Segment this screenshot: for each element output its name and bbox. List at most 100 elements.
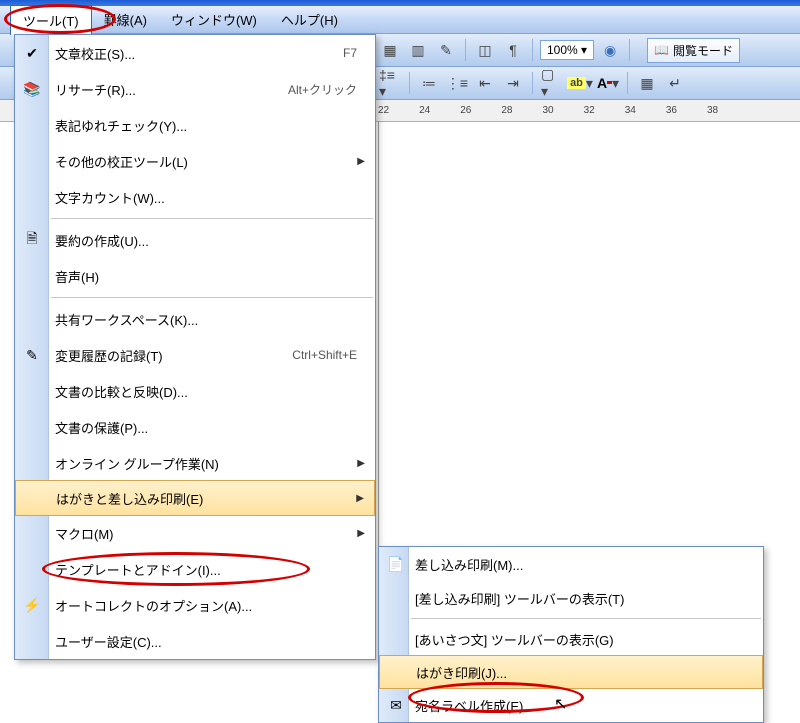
menu-separator xyxy=(51,297,373,298)
tools-menu-label: 文書の保護(P)... xyxy=(55,418,365,437)
tools-menu-label: 文書の比較と反映(D)... xyxy=(55,382,365,401)
tools-menu-label: 文章校正(S)... xyxy=(55,44,343,63)
tools-menu-item[interactable]: オンライン グループ作業(N)▶ xyxy=(15,445,375,481)
tools-menu-label: その他の校正ツール(L) xyxy=(55,152,357,171)
label-icon: ✉ xyxy=(385,694,407,716)
ruler-mark: 36 xyxy=(666,105,677,116)
tools-menu-item[interactable]: ✎変更履歴の記録(T)Ctrl+Shift+E xyxy=(15,337,375,373)
ruler-mark: 30 xyxy=(543,105,554,116)
font-color-icon[interactable]: A ▾ xyxy=(596,71,620,95)
reading-mode-icon: 📖 xyxy=(654,43,669,57)
mailmerge-submenu-item[interactable]: [差し込み印刷] ツールバーの表示(T) xyxy=(379,581,763,615)
mailmerge-submenu-label: 差し込み印刷(M)... xyxy=(415,555,753,574)
tools-menu-item[interactable]: 表記ゆれチェック(Y)... xyxy=(15,107,375,143)
columns-icon[interactable]: ▥ xyxy=(406,38,430,62)
mailmerge-submenu: 📄 差し込み印刷(M)... [差し込み印刷] ツールバーの表示(T) [あいさつ文]… xyxy=(378,546,764,723)
menubar-window-label: ウィンドウ(W) xyxy=(171,13,257,28)
menubar-lines[interactable]: 罫線(A) xyxy=(92,5,159,34)
separator xyxy=(627,72,628,94)
separator xyxy=(629,39,630,61)
tools-menu-label: 変更履歴の記録(T) xyxy=(55,346,292,365)
tools-menu-item[interactable]: その他の校正ツール(L)▶ xyxy=(15,143,375,179)
ruler-mark: 22 xyxy=(378,105,389,116)
tools-menu-item[interactable]: 文字カウント(W)... xyxy=(15,179,375,215)
line-spacing-icon[interactable]: ‡≡ ▾ xyxy=(378,71,402,95)
separator xyxy=(465,39,466,61)
mailmerge-submenu-label: 宛名ラベル作成(E)... xyxy=(415,696,753,715)
tools-menu-item[interactable]: 文書の保護(P)... xyxy=(15,409,375,445)
separator xyxy=(532,72,533,94)
tools-menu-item[interactable]: ユーザー設定(C)... xyxy=(15,623,375,659)
shortcut-text: Ctrl+Shift+E xyxy=(292,348,357,362)
summary-icon: 🗎 xyxy=(21,229,43,251)
tools-menu-label: 共有ワークスペース(K)... xyxy=(55,310,365,329)
ruler-mark: 34 xyxy=(625,105,636,116)
menubar-help[interactable]: ヘルプ(H) xyxy=(269,5,350,34)
ruler-mark: 38 xyxy=(707,105,718,116)
numbering-icon[interactable]: ≔ xyxy=(417,71,441,95)
reading-mode-button[interactable]: 📖 閲覧モード xyxy=(647,38,740,63)
tools-menu-label: はがきと差し込み印刷(E) xyxy=(56,489,356,508)
help-icon[interactable]: ◉ xyxy=(598,38,622,62)
submenu-arrow-icon: ▶ xyxy=(357,156,365,167)
ruler-mark: 32 xyxy=(584,105,595,116)
book-icon: 📚 xyxy=(21,78,43,100)
grid-icon[interactable]: ▦ xyxy=(635,71,659,95)
mailmerge-submenu-item[interactable]: [あいさつ文] ツールバーの表示(G) xyxy=(379,622,763,656)
mailmerge-submenu-label: [差し込み印刷] ツールバーの表示(T) xyxy=(415,589,753,608)
submenu-arrow-icon: ▶ xyxy=(357,458,365,469)
tools-menu-label: テンプレートとアドイン(I)... xyxy=(55,560,365,579)
menubar-tools-label: ツール(T) xyxy=(23,14,79,29)
menubar-lines-label: 罫線(A) xyxy=(104,13,147,28)
auto-icon: ⚡ xyxy=(21,594,43,616)
separator xyxy=(532,39,533,61)
check-icon: ✔ xyxy=(21,42,43,64)
submenu-arrow-icon: ▶ xyxy=(356,493,364,504)
menubar-help-label: ヘルプ(H) xyxy=(281,13,338,28)
menubar-tools[interactable]: ツール(T) xyxy=(10,5,92,35)
merge-icon: 📄 xyxy=(385,553,407,575)
marks-icon[interactable]: ↵ xyxy=(663,71,687,95)
tools-menu-label: 音声(H) xyxy=(55,267,365,286)
tools-menu-label: 表記ゆれチェック(Y)... xyxy=(55,116,365,135)
tools-menu-item[interactable]: 共有ワークスペース(K)... xyxy=(15,301,375,337)
ruler-mark: 28 xyxy=(501,105,512,116)
bullets-icon[interactable]: ⋮≡ xyxy=(445,71,469,95)
zoom-value: 100% xyxy=(547,43,578,57)
tools-menu-item[interactable]: テンプレートとアドイン(I)... xyxy=(15,551,375,587)
show-marks-icon[interactable]: ¶ xyxy=(501,38,525,62)
tools-menu-item[interactable]: マクロ(M)▶ xyxy=(15,515,375,551)
menu-bar: ツール(T) 罫線(A) ウィンドウ(W) ヘルプ(H) xyxy=(0,6,800,34)
menu-separator xyxy=(51,218,373,219)
tools-menu-label: 文字カウント(W)... xyxy=(55,188,365,207)
indent-icon[interactable]: ⇥ xyxy=(501,71,525,95)
tools-menu-label: リサーチ(R)... xyxy=(55,80,288,99)
ruler-mark: 24 xyxy=(419,105,430,116)
tools-menu-label: マクロ(M) xyxy=(55,524,357,543)
shortcut-text: Alt+クリック xyxy=(288,81,357,98)
doc-map-icon[interactable]: ◫ xyxy=(473,38,497,62)
mailmerge-submenu-item[interactable]: 📄 差し込み印刷(M)... xyxy=(379,547,763,581)
tools-menu-item[interactable]: ✔ 文章校正(S)...F7 xyxy=(15,35,375,71)
tools-menu-item[interactable]: 📚 リサーチ(R)...Alt+クリック xyxy=(15,71,375,107)
reading-mode-label: 閲覧モード xyxy=(673,42,733,59)
menu-separator xyxy=(411,618,761,619)
shortcut-text: F7 xyxy=(343,46,357,60)
zoom-combo[interactable]: 100% ▾ xyxy=(540,40,594,60)
tools-menu-item[interactable]: 音声(H) xyxy=(15,258,375,294)
tools-menu-item[interactable]: 🗎要約の作成(U)... xyxy=(15,222,375,258)
tools-menu-item[interactable]: 文書の比較と反映(D)... xyxy=(15,373,375,409)
tables-icon[interactable]: ▦ xyxy=(378,38,402,62)
menubar-window[interactable]: ウィンドウ(W) xyxy=(159,5,269,34)
highlight-icon[interactable]: ab ▾ xyxy=(568,71,592,95)
drawing-icon[interactable]: ✎ xyxy=(434,38,458,62)
tools-menu-item[interactable]: はがきと差し込み印刷(E)▶ xyxy=(15,480,375,516)
outdent-icon[interactable]: ⇤ xyxy=(473,71,497,95)
mailmerge-submenu-item[interactable]: ✉ 宛名ラベル作成(E)... xyxy=(379,688,763,722)
tools-menu-label: オンライン グループ作業(N) xyxy=(55,454,357,473)
mailmerge-submenu-item[interactable]: はがき印刷(J)... xyxy=(379,655,763,689)
cursor-icon: ↖ xyxy=(554,694,567,714)
tools-menu: ✔ 文章校正(S)...F7 📚 リサーチ(R)...Alt+クリック表記ゆれチェック… xyxy=(14,34,376,660)
tools-menu-item[interactable]: ⚡オートコレクトのオプション(A)... xyxy=(15,587,375,623)
borders-icon[interactable]: ▢ ▾ xyxy=(540,71,564,95)
